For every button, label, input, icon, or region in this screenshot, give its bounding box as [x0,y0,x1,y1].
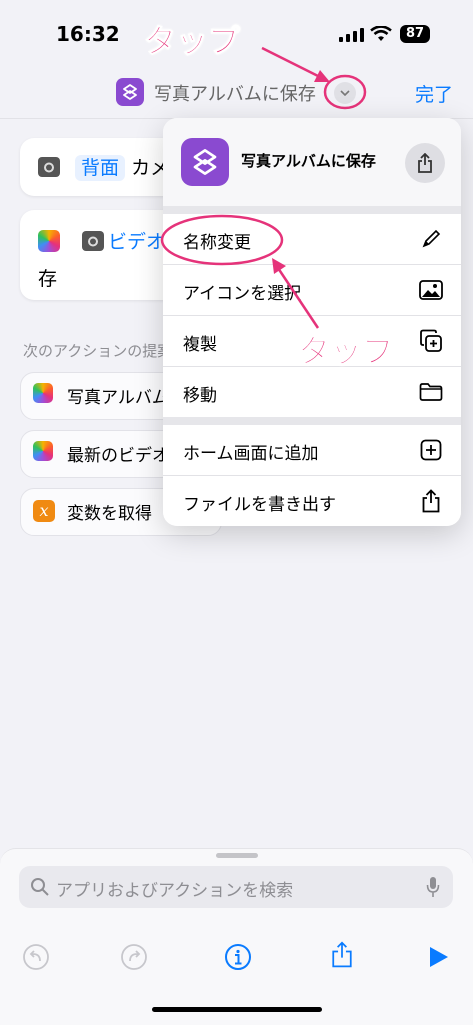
menu-item-label: ファイルを書き出す [183,495,336,515]
action-text-line2: 存 [38,268,58,290]
panel-grabber[interactable] [216,853,258,858]
next-actions-header: 次のアクションの提案 [23,342,163,360]
share-icon[interactable] [328,941,356,969]
microphone-icon[interactable] [426,876,440,898]
menu-item-label: 移動 [183,386,217,406]
search-icon [31,878,49,896]
info-icon[interactable] [224,943,252,971]
share-icon [418,153,432,173]
annotation-tap-middle: タップ [297,332,395,371]
menu-separator [163,417,461,425]
home-indicator [152,1007,322,1012]
suggestion-label: 変数を取得 [67,504,152,524]
play-icon[interactable] [424,943,452,971]
undo-icon[interactable] [22,943,50,971]
share-icon [422,489,440,513]
status-time: 16:32 [56,22,120,46]
done-button[interactable]: 完了 [415,80,453,107]
redo-icon[interactable] [120,943,148,971]
wifi-icon [370,26,392,41]
variable-icon: x [33,500,55,522]
camera-icon [38,157,60,177]
menu-item-add-to-home[interactable]: ホーム画面に追加 [163,425,461,476]
search-input[interactable]: アプリおよびアクションを検索 [56,876,293,901]
camera-icon [82,231,104,251]
shortcut-icon [181,138,229,186]
pencil-icon [422,229,441,248]
shortcut-icon [116,78,144,106]
photos-icon [38,230,60,252]
cellular-signal-icon [339,28,364,42]
photos-icon [33,383,53,403]
menu-item-export-file[interactable]: ファイルを書き出す [163,476,461,526]
photo-icon [419,280,443,300]
share-button[interactable] [405,143,445,183]
menu-header: 写真アルバムに保存 [163,118,461,208]
battery-icon: 87 [400,25,430,43]
plus-square-icon [420,439,442,461]
menu-item-label: 複製 [183,335,217,355]
folder-icon [419,383,443,401]
menu-item-label: ホーム画面に追加 [183,444,319,464]
annotation-tap-top: タップ [143,22,241,61]
duplicate-icon [420,329,442,352]
menu-item-move[interactable]: 移動 [163,367,461,417]
annotation-arrow-top [261,46,330,82]
annotation-arrow-middle [272,258,320,329]
menu-title: 写真アルバムに保存 [241,152,376,170]
camera-parameter[interactable]: 背面 [75,155,126,181]
video-parameter[interactable]: ビデオ [108,227,165,254]
photos-icon [33,441,53,461]
